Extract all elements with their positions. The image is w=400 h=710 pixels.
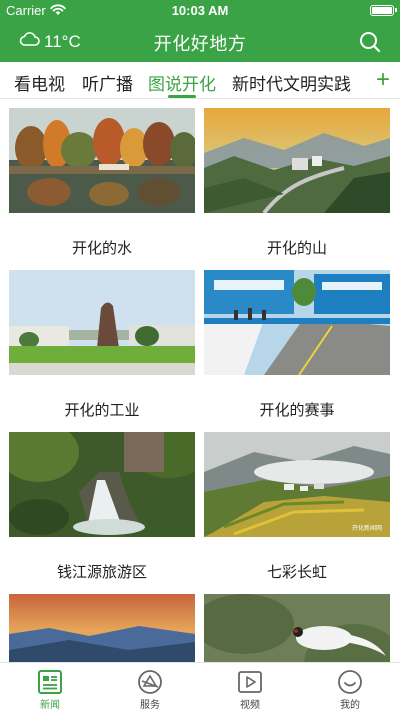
video-icon — [237, 669, 263, 699]
card-sunset-mountains[interactable] — [9, 594, 195, 662]
card-title: 开化的工业 — [64, 401, 140, 419]
page-title: 开化好地方 — [153, 34, 247, 55]
card-kaihua-industry[interactable]: 开化的工业 — [9, 270, 195, 419]
active-tab-indicator — [168, 95, 196, 98]
card-image — [9, 594, 195, 662]
clock: 10:03 AM — [171, 3, 229, 18]
tab-service[interactable]: 服务 — [100, 663, 200, 710]
tab-video[interactable]: 视频 — [200, 663, 300, 710]
card-title: 钱江源旅游区 — [56, 563, 147, 581]
bottom-tab-bar: 新闻 服务 视频 我的 — [0, 662, 400, 710]
card-image: 开化新闻网 — [204, 432, 390, 537]
tab-service-label: 服务 — [140, 700, 160, 710]
card-kaihua-events[interactable]: 开化的赛事 — [204, 270, 390, 419]
nav-bar: 11°C 开化好地方 — [0, 22, 400, 62]
card-title: 开化的水 — [71, 239, 132, 257]
status-bar: Carrier 10:03 AM — [0, 0, 400, 22]
news-icon — [37, 669, 63, 699]
card-image — [204, 594, 390, 662]
card-qianjiangyuan[interactable]: 钱江源旅游区 — [9, 432, 195, 581]
tab-radio[interactable]: 听广播 — [82, 70, 133, 95]
tab-news-label: 新闻 — [40, 700, 60, 710]
tab-profile[interactable]: 我的 — [300, 663, 400, 710]
tab-profile-label: 我的 — [340, 700, 360, 710]
card-image — [9, 108, 195, 213]
card-image — [204, 270, 390, 375]
card-title: 七彩长虹 — [266, 563, 327, 581]
card-image — [204, 108, 390, 213]
add-tab-button[interactable]: + — [376, 66, 390, 94]
battery-icon — [370, 5, 397, 16]
card-kaihua-water[interactable]: 开化的水 — [9, 108, 195, 257]
search-icon[interactable] — [358, 30, 382, 58]
card-qicai-changhong[interactable]: 开化新闻网 七彩长虹 — [204, 432, 390, 581]
tab-picture-kaihua[interactable]: 图说开化 — [148, 70, 216, 95]
card-kaihua-mountain[interactable]: 开化的山 — [204, 108, 390, 257]
photo-grid: 开化的水 开化的山 开化的工业 开化的赛事 钱江源旅游区 开化新闻网 七彩长虹 — [0, 99, 400, 662]
tab-video-label: 视频 — [240, 700, 260, 710]
card-title: 开化的山 — [266, 239, 327, 257]
card-image — [9, 432, 195, 537]
profile-icon — [337, 669, 363, 699]
card-white-pheasant[interactable] — [204, 594, 390, 662]
category-tabs: 看电视 听广播 图说开化 新时代文明实践 + — [0, 62, 400, 99]
card-title: 开化的赛事 — [259, 401, 335, 419]
tab-news[interactable]: 新闻 — [0, 663, 100, 710]
tab-civilization-practice[interactable]: 新时代文明实践 — [232, 70, 351, 95]
tab-tv[interactable]: 看电视 — [14, 70, 65, 95]
service-icon — [137, 669, 163, 699]
photo-watermark: 开化新闻网 — [352, 524, 382, 532]
card-image — [9, 270, 195, 375]
